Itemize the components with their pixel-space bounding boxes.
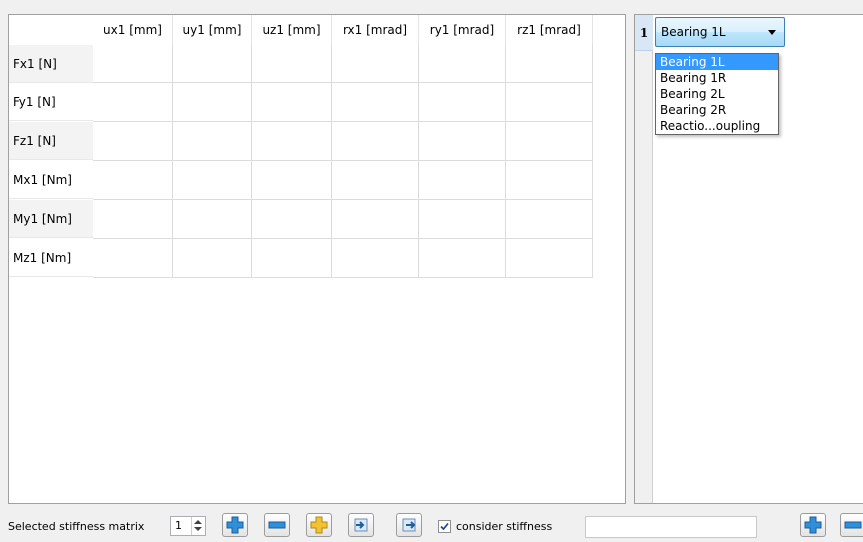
- stiffness-matrix-table: ux1 [mm] uy1 [mm] uz1 [mm] rx1 [mrad] ry…: [8, 14, 626, 504]
- matrix-cell[interactable]: [252, 239, 332, 278]
- checkmark-icon: [440, 522, 449, 531]
- matrix-cell[interactable]: [419, 45, 506, 83]
- combobox-value: Bearing 1L: [661, 25, 726, 39]
- plus-icon: [226, 516, 244, 534]
- column-header[interactable]: rz1 [mrad]: [506, 15, 593, 45]
- column-header[interactable]: rx1 [mrad]: [332, 15, 419, 45]
- bearing-list-panel: 1 Bearing 1L Bearing 1L Bearing 1R Beari…: [634, 14, 863, 504]
- consider-stiffness-label: consider stiffness: [456, 520, 553, 533]
- minus-icon: [844, 521, 862, 529]
- bearing-dropdown-list: Bearing 1L Bearing 1R Bearing 2L Bearing…: [655, 53, 779, 135]
- bottom-toolbar: Selected stiffness matrix 1 consider sti…: [0, 508, 863, 542]
- spin-up-icon[interactable]: [194, 520, 202, 524]
- plus-icon: [804, 516, 822, 534]
- matrix-cell[interactable]: [332, 239, 419, 278]
- column-header[interactable]: uy1 [mm]: [173, 15, 252, 45]
- matrix-cell[interactable]: [332, 83, 419, 122]
- matrix-cell[interactable]: [93, 83, 173, 122]
- matrix-cell[interactable]: [93, 122, 173, 161]
- row-header[interactable]: Fx1 [N]: [9, 45, 93, 83]
- import-arrow-icon: [354, 518, 368, 532]
- matrix-cell[interactable]: [93, 45, 173, 83]
- matrix-cell[interactable]: [419, 200, 506, 239]
- matrix-cell[interactable]: [506, 122, 593, 161]
- matrix-cell[interactable]: [173, 45, 252, 83]
- matrix-cell[interactable]: [173, 122, 252, 161]
- matrix-cell[interactable]: [252, 161, 332, 200]
- matrix-cell[interactable]: [173, 200, 252, 239]
- matrix-cell[interactable]: [506, 45, 593, 83]
- plus-yellow-icon: [310, 516, 328, 534]
- row-index[interactable]: 1: [635, 15, 653, 51]
- spinbox-buttons[interactable]: [191, 517, 205, 535]
- matrix-cell[interactable]: [506, 83, 593, 122]
- matrix-cell[interactable]: [419, 122, 506, 161]
- chevron-down-icon[interactable]: [768, 30, 776, 35]
- export-button[interactable]: [396, 513, 422, 537]
- matrix-cell[interactable]: [252, 45, 332, 83]
- remove-matrix-button[interactable]: [264, 513, 290, 537]
- bearing-combobox[interactable]: Bearing 1L: [655, 17, 785, 47]
- row-header[interactable]: Mz1 [Nm]: [9, 239, 93, 277]
- matrix-cell[interactable]: [419, 239, 506, 278]
- matrix-cell[interactable]: [506, 200, 593, 239]
- matrix-cell[interactable]: [252, 200, 332, 239]
- matrix-cell[interactable]: [332, 161, 419, 200]
- row-header[interactable]: My1 [Nm]: [9, 200, 93, 238]
- spin-down-icon[interactable]: [194, 527, 202, 531]
- selected-matrix-label: Selected stiffness matrix: [8, 520, 145, 533]
- spinbox-value: 1: [175, 519, 182, 532]
- consider-stiffness-checkbox[interactable]: [438, 520, 451, 533]
- add-matrix-button[interactable]: [222, 513, 248, 537]
- row-header[interactable]: Fz1 [N]: [9, 122, 93, 160]
- minus-icon: [268, 521, 286, 529]
- copy-matrix-button[interactable]: [306, 513, 332, 537]
- matrix-cell[interactable]: [173, 161, 252, 200]
- matrix-cell[interactable]: [419, 83, 506, 122]
- matrix-cell[interactable]: [252, 122, 332, 161]
- row-header[interactable]: Fy1 [N]: [9, 83, 93, 121]
- matrix-cell[interactable]: [506, 161, 593, 200]
- matrix-cell[interactable]: [93, 200, 173, 239]
- matrix-cell[interactable]: [332, 122, 419, 161]
- matrix-cell[interactable]: [332, 200, 419, 239]
- dropdown-option[interactable]: Bearing 2L: [656, 86, 778, 102]
- row-index-column: [635, 15, 653, 503]
- text-input-field[interactable]: [585, 516, 757, 538]
- matrix-cell[interactable]: [332, 45, 419, 83]
- row-header[interactable]: Mx1 [Nm]: [9, 161, 93, 199]
- matrix-cell[interactable]: [93, 161, 173, 200]
- column-header[interactable]: uz1 [mm]: [252, 15, 332, 45]
- matrix-cell[interactable]: [93, 239, 173, 278]
- remove-bearing-button[interactable]: [840, 513, 863, 537]
- column-header-row: ux1 [mm] uy1 [mm] uz1 [mm] rx1 [mrad] ry…: [9, 15, 625, 45]
- matrix-index-spinbox[interactable]: 1: [170, 516, 206, 536]
- dropdown-option[interactable]: Reactio...oupling: [656, 118, 778, 134]
- matrix-cell[interactable]: [252, 83, 332, 122]
- export-arrow-icon: [402, 518, 416, 532]
- add-bearing-button[interactable]: [800, 513, 826, 537]
- dropdown-option[interactable]: Bearing 1L: [656, 54, 778, 70]
- matrix-cell[interactable]: [506, 239, 593, 278]
- import-button[interactable]: [348, 513, 374, 537]
- dropdown-option[interactable]: Bearing 1R: [656, 70, 778, 86]
- column-header[interactable]: ry1 [mrad]: [419, 15, 506, 45]
- column-header[interactable]: ux1 [mm]: [93, 15, 173, 45]
- matrix-cell[interactable]: [173, 239, 252, 278]
- matrix-cell[interactable]: [419, 161, 506, 200]
- dropdown-option[interactable]: Bearing 2R: [656, 102, 778, 118]
- matrix-cell[interactable]: [173, 83, 252, 122]
